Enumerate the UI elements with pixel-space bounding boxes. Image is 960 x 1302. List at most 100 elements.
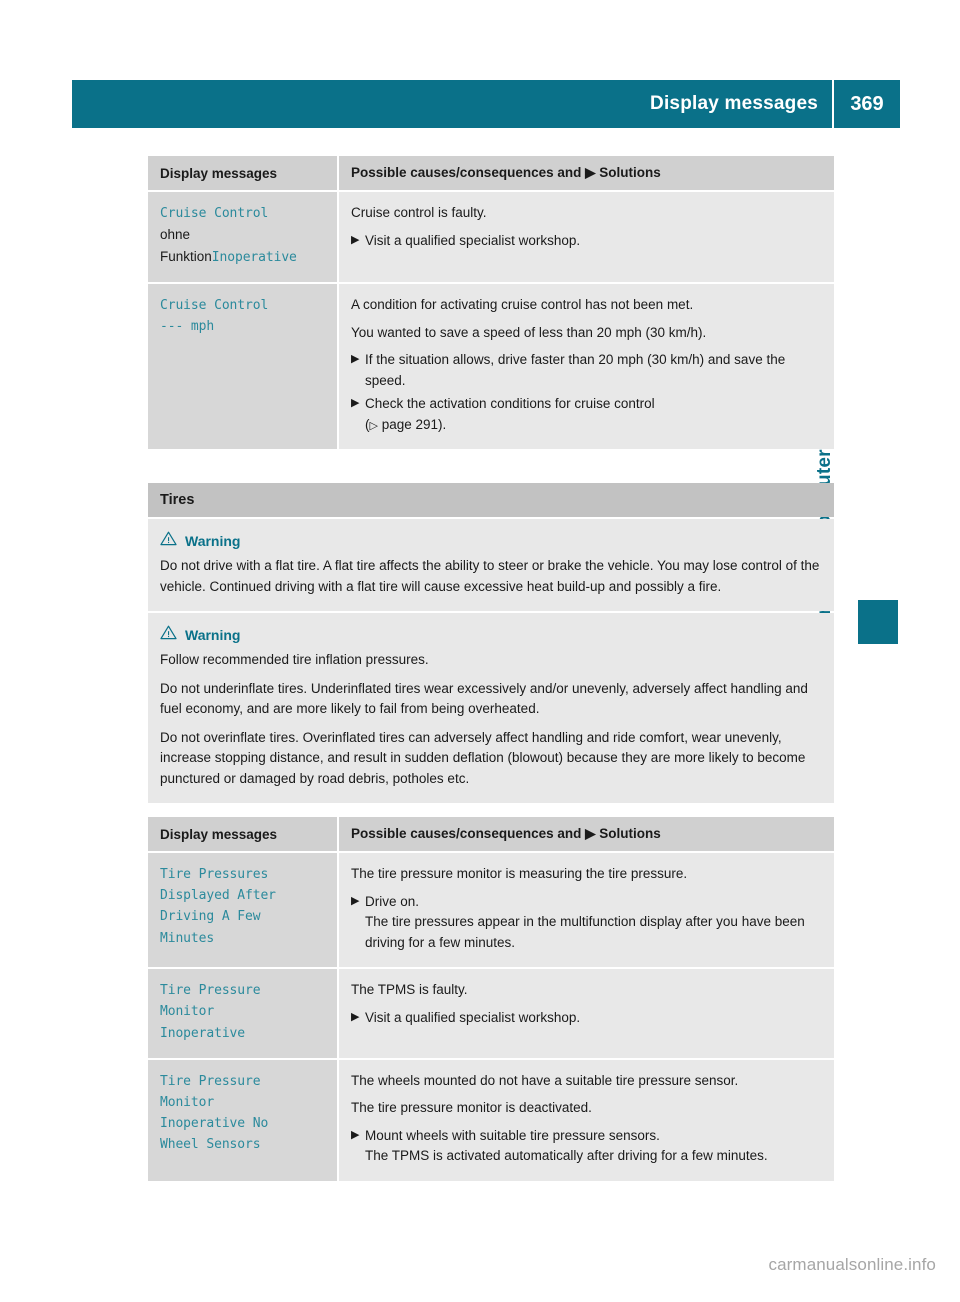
cross-reference-triangle-icon: ▷	[369, 419, 378, 432]
solution-bullet-text: Check the activation conditions for crui…	[365, 394, 824, 435]
message-line-text: Cruise Control	[160, 206, 269, 221]
page-number: 369	[850, 92, 884, 115]
message-line: Driving A Few	[160, 906, 327, 927]
warning-triangle-icon	[160, 531, 177, 551]
page-header-bar: Display messages 369	[72, 80, 900, 128]
table-row: Cruise Control --- mph A condition for act…	[148, 283, 834, 450]
column-header-solutions-post: Solutions	[599, 826, 661, 842]
solution-bullet: ▶ Visit a qualified specialist workshop.	[351, 1008, 824, 1029]
message-cell: Tire Pressure Monitor Inoperative No Wheel …	[148, 1058, 338, 1181]
solution-bullet: ▶ Visit a qualified specialist workshop.	[351, 231, 824, 252]
message-line: Cruise Control	[160, 203, 327, 224]
table-2-body: Tire Pressures Displayed After Driving A F…	[148, 852, 834, 1181]
solution-cell: The TPMS is faulty. ▶ Visit a qualified sp…	[337, 968, 834, 1060]
cause-paragraph: Cruise control is faulty.	[351, 205, 487, 220]
column-header-solutions-pre: Possible causes/consequences and	[351, 826, 582, 842]
solution-marker-icon: ▶	[585, 826, 596, 842]
warning-paragraph: Do not overinflate tires. Overinflated t…	[160, 729, 806, 786]
message-line-text: Tire Pressure	[160, 1073, 261, 1089]
table-header-row: Display messages Possible causes/consequ…	[148, 817, 834, 854]
display-messages-table-1: Display messages Possible causes/consequ…	[148, 156, 834, 450]
warning-block: Warning Do not drive with a flat tire. A …	[148, 519, 834, 612]
footer-watermark: carmanualsonline.info	[768, 1255, 936, 1274]
table-spacer	[148, 803, 834, 817]
message-line-text: Monitor	[160, 1004, 215, 1020]
cause-paragraph: The wheels mounted do not have a suitabl…	[351, 1072, 739, 1088]
solution-bullet-subtext: The tire pressures appear in the multifu…	[365, 914, 805, 950]
chapter-side-tab: On-board computer and displays	[814, 210, 876, 630]
solution-cell: Cruise control is faulty. ▶ Visit a qualif…	[337, 191, 834, 285]
message-line-text: ohne	[160, 227, 191, 243]
warning-header: Warning	[160, 625, 820, 645]
solution-bullet-text: If the situation allows, drive faster th…	[365, 352, 786, 388]
warning-paragraph: Follow recommended tire inflation pressu…	[160, 652, 429, 668]
message-line-text: Tire Pressure	[160, 983, 261, 999]
table-row: Tire Pressures Displayed After Driving A F…	[148, 852, 834, 970]
warning-label: Warning	[185, 533, 241, 550]
message-cell: Tire Pressures Displayed After Driving A F…	[148, 852, 338, 970]
solution-bullet: ▶ Mount wheels with suitable tire pressur…	[351, 1126, 824, 1167]
message-line-text: Displayed After	[160, 888, 276, 904]
message-line-text: --- mph	[160, 319, 215, 335]
message-line-text: Inoperative	[160, 1025, 245, 1041]
warning-header: Warning	[160, 531, 820, 551]
page-title: Display messages	[650, 93, 818, 114]
message-line: Inoperative No	[160, 1113, 327, 1134]
cause-paragraph: You wanted to save a speed of less than …	[351, 324, 707, 340]
table-row: Cruise Control ohne FunktionInoperative Cru…	[148, 191, 834, 285]
message-cell: Cruise Control ohne FunktionInoperative	[148, 191, 338, 285]
cause-paragraph: The tire pressure monitor is measuring t…	[351, 866, 688, 882]
table-1-body: Cruise Control ohne FunktionInoperative Cru…	[148, 191, 834, 450]
solution-bullet-subtext: The TPMS is activated automatically afte…	[365, 1148, 768, 1164]
section-heading-tires: Tires	[148, 483, 834, 518]
solution-bullet-text: Visit a qualified specialist workshop.	[365, 232, 581, 248]
solution-bullet-text: Mount wheels with suitable tire pressure…	[365, 1126, 824, 1167]
message-line-text: Driving A Few	[160, 909, 261, 925]
message-cell: Tire Pressure Monitor Inoperative	[148, 968, 338, 1060]
column-header-messages: Display messages	[148, 156, 338, 192]
message-line: Cruise Control	[160, 295, 327, 316]
solution-cell: The wheels mounted do not have a suitabl…	[337, 1058, 834, 1181]
warnings-container: Warning Do not drive with a flat tire. A …	[148, 519, 834, 804]
solution-cell: The tire pressure monitor is measuring t…	[337, 852, 834, 970]
warning-label: Warning	[185, 627, 241, 644]
message-cell: Cruise Control --- mph	[148, 283, 338, 450]
warning-triangle-icon	[160, 625, 177, 645]
message-line: Displayed After	[160, 885, 327, 906]
chapter-marker-square	[858, 600, 898, 644]
message-line-text: Minutes	[160, 930, 215, 946]
solution-bullet: ▶ Drive on. The tire pressures appear in t…	[351, 892, 824, 954]
message-line-text: Funktion	[160, 249, 212, 265]
warning-paragraph: Do not underinflate tires. Underinflated…	[160, 680, 808, 717]
message-line-text: Wheel Sensors	[160, 1136, 261, 1152]
column-header-messages: Display messages	[148, 817, 338, 854]
cause-paragraph: The TPMS is faulty.	[351, 982, 468, 998]
message-line-text: Cruise Control	[160, 298, 269, 314]
message-line: Tire Pressure	[160, 1071, 327, 1092]
message-line: Monitor	[160, 1001, 327, 1022]
column-header-solutions: Possible causes/consequences and ▶ Solut…	[337, 817, 834, 854]
message-line-suffix: Inoperative	[211, 250, 297, 266]
table-row: Tire Pressure Monitor Inoperative No Wheel …	[148, 1058, 834, 1181]
message-line: Wheel Sensors	[160, 1134, 327, 1155]
warning-block: Warning Follow recommended tire inflation…	[148, 613, 834, 804]
page-content: Display messages Possible causes/consequ…	[148, 156, 834, 1181]
solution-bullet-icon: ▶	[351, 233, 360, 246]
manual-page: Display messages 369 On-board computer a…	[0, 0, 960, 1302]
warning-paragraph: Do not drive with a flat tire. A flat ti…	[160, 558, 820, 594]
solution-bullet: ▶ If the situation allows, drive faster t…	[351, 350, 824, 391]
message-line: Inoperative	[160, 1023, 327, 1044]
message-line: Tire Pressures	[160, 864, 327, 885]
message-line: Monitor	[160, 1092, 327, 1113]
solution-bullet-icon: ▶	[351, 894, 360, 907]
solution-bullet-text: Drive on. The tire pressures appear in th…	[365, 892, 824, 954]
message-line-text: Inoperative No	[160, 1115, 269, 1131]
solution-bullet-icon: ▶	[351, 1010, 360, 1023]
message-line-text: Monitor	[160, 1094, 215, 1110]
cross-reference[interactable]: (▷ page 291).	[365, 415, 824, 436]
solution-bullet-icon: ▶	[351, 1128, 360, 1141]
column-header-solutions: Possible causes/consequences and ▶ Solut…	[337, 156, 834, 192]
message-line: Minutes	[160, 928, 327, 949]
message-line-text: Tire Pressures	[160, 867, 269, 883]
